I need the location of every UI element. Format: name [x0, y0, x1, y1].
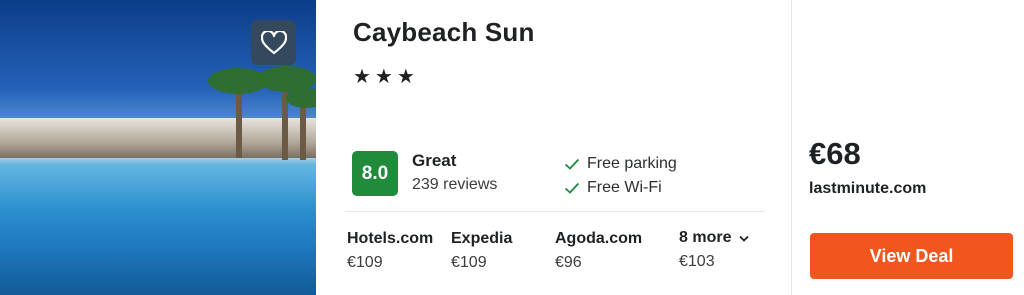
amenity-free-parking: Free parking [563, 155, 677, 173]
heart-icon [260, 30, 287, 54]
offer-price: €103 [679, 253, 715, 270]
hotel-result-card: Caybeach Sun ★★★ 8.0 Great 239 reviews F… [0, 0, 1024, 295]
best-price-provider: lastminute.com [809, 180, 927, 197]
favorite-button[interactable] [251, 20, 296, 65]
offer-site: Expedia [451, 230, 513, 247]
rating-score-badge: 8.0 [352, 151, 398, 196]
review-count[interactable]: 239 reviews [412, 176, 497, 194]
photo-palm-frond [286, 88, 316, 108]
column-divider [791, 0, 792, 295]
offer-price: €109 [347, 254, 383, 271]
divider [345, 211, 765, 212]
best-price: €68 [809, 136, 861, 171]
hotel-name[interactable]: Caybeach Sun [353, 17, 535, 48]
more-offers-dropdown[interactable]: 8 more €103 [679, 229, 750, 271]
photo-buildings [0, 118, 316, 158]
offer-hotels-com[interactable]: Hotels.com €109 [347, 230, 433, 272]
check-icon [564, 158, 580, 170]
check-icon [564, 182, 580, 194]
star-rating: ★★★ [353, 66, 419, 88]
view-deal-button[interactable]: View Deal [810, 233, 1013, 279]
offer-price: €96 [555, 254, 582, 271]
offer-site: Agoda.com [555, 230, 643, 247]
offer-price: €109 [451, 254, 487, 271]
amenity-label: Free parking [587, 155, 677, 172]
offer-expedia[interactable]: Expedia €109 [451, 230, 512, 272]
rating-label: Great [412, 151, 457, 170]
offer-site: Hotels.com [347, 230, 434, 247]
photo-palm [300, 100, 306, 160]
more-offers-label: 8 more [679, 229, 732, 246]
amenity-label: Free Wi-Fi [587, 179, 662, 196]
chevron-down-icon [739, 235, 750, 242]
amenity-free-wifi: Free Wi-Fi [563, 179, 662, 197]
photo-palm [236, 88, 242, 158]
offer-agoda[interactable]: Agoda.com €96 [555, 230, 642, 272]
photo-pool [0, 165, 316, 295]
more-offers-toggle[interactable]: 8 more [679, 229, 750, 247]
